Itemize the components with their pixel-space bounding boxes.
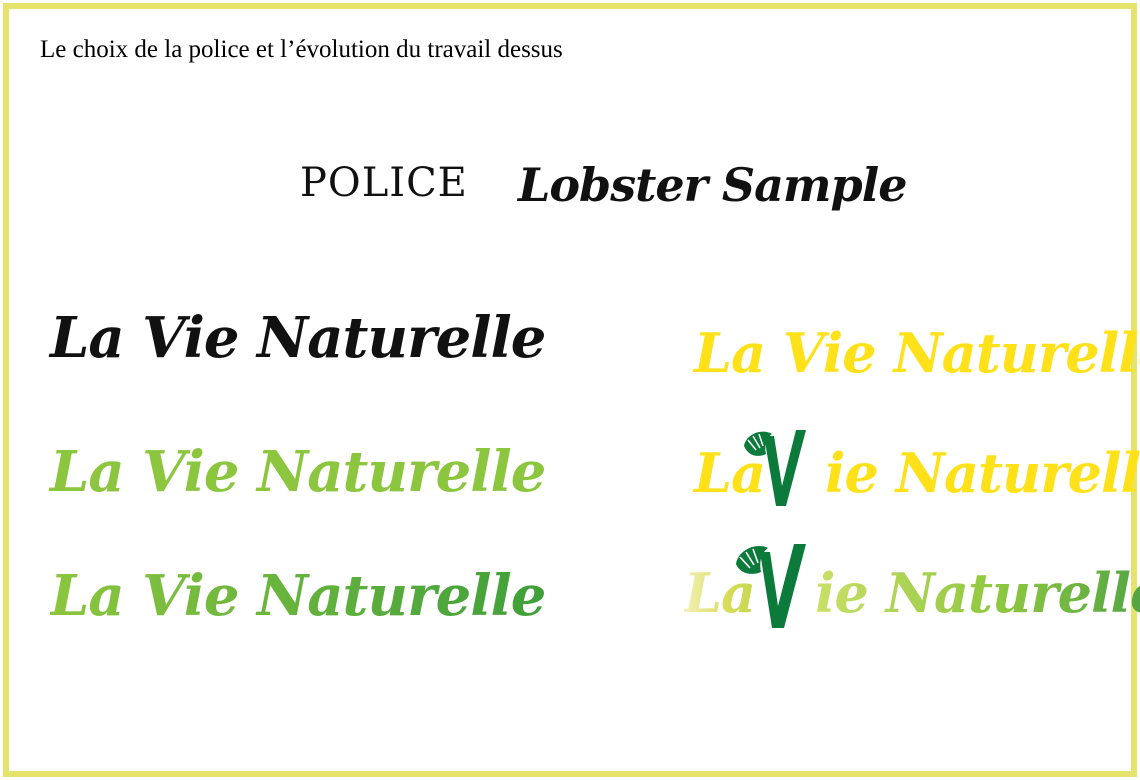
palm-leaf-v-icon <box>736 544 806 628</box>
page-heading: Le choix de la police et l’évolution du … <box>40 36 563 63</box>
font-label: POLICE <box>300 160 468 206</box>
logo-yellow-rest: ie Naturelle <box>824 441 1140 505</box>
logo-black: La Vie Naturelle <box>50 305 546 371</box>
logo-green-gradient: La Vie Naturelle <box>50 563 546 629</box>
logo-green: La Vie Naturelle <box>50 439 546 505</box>
page-frame <box>3 3 1137 777</box>
palm-leaf-v-icon <box>744 430 806 506</box>
font-sample: Lobster Sample <box>518 158 907 212</box>
logo-yellow: La Vie Naturelle <box>694 321 1140 385</box>
logo-final-rest: ie Naturelle <box>815 561 1140 625</box>
